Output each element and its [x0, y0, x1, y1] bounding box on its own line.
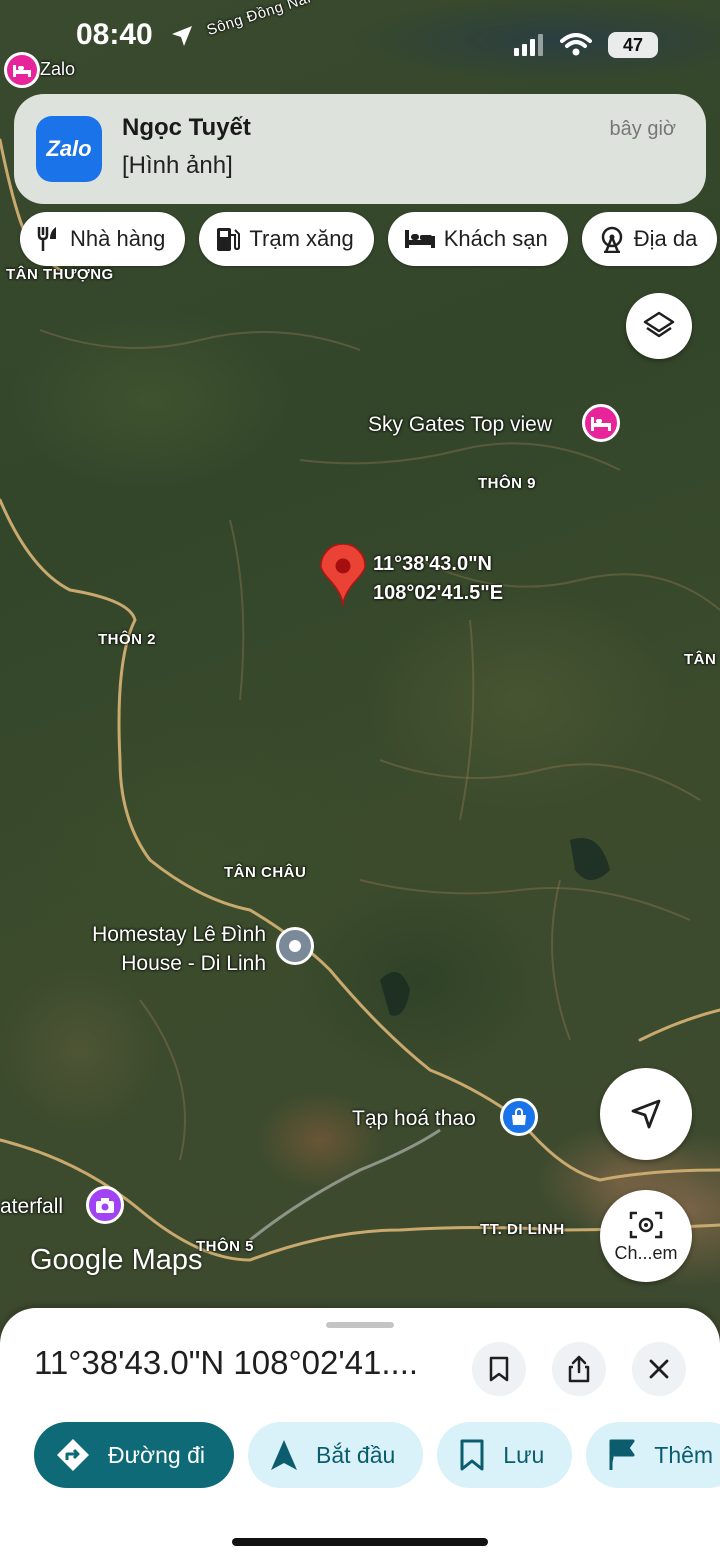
chip-label: Trạm xăng: [249, 226, 354, 251]
place-label: THÔN 9: [478, 475, 537, 492]
directions-icon: [57, 1439, 89, 1471]
poi-label-homestay-line2: House - Di Linh: [121, 952, 266, 975]
place-label: TÂN CHÂU: [224, 864, 307, 881]
place-label: TT. DI LINH: [480, 1221, 565, 1238]
camera-icon: [96, 1198, 114, 1213]
place-bottom-sheet[interactable]: 11°38'43.0"N 108°02'41.... Đường đi Bắt …: [0, 1308, 720, 1560]
shopping-bag-icon: [512, 1108, 526, 1125]
poi-label-tap-hoa: Tạp hoá thao: [352, 1107, 476, 1130]
notification-time: bây giờ: [609, 118, 676, 140]
pin-latitude: 11°38'43.0"N: [373, 553, 492, 575]
action-label: Thêm: [654, 1441, 714, 1468]
chip-label: Khách sạn: [443, 226, 548, 251]
place-label: THÔN 2: [98, 631, 157, 648]
place-label: TÂN THƯỢNG: [6, 266, 114, 283]
navigation-arrow-icon: [271, 1440, 297, 1470]
dot-icon: [289, 940, 301, 952]
category-chips: Nhà hàng Trạm xăng Khách sạn Địa da: [20, 212, 718, 266]
save-icon-button[interactable]: [472, 1342, 526, 1396]
directions-button[interactable]: Đường đi: [34, 1422, 234, 1488]
action-label: Đường đi: [108, 1441, 205, 1468]
sheet-title-coordinates: 11°38'43.0"N 108°02'41....: [34, 1344, 419, 1381]
bed-icon: [13, 65, 31, 77]
google-maps-logo: Google Maps: [30, 1244, 203, 1276]
action-buttons-row: Đường đi Bắt đầu Lưu Thêm: [34, 1422, 720, 1488]
layers-button[interactable]: [626, 293, 692, 359]
attraction-pin[interactable]: [86, 1186, 124, 1224]
bookmark-icon: [460, 1439, 484, 1471]
status-time: 08:40: [76, 18, 153, 51]
place-label: THÔN 5: [196, 1238, 255, 1255]
chip-label: Nhà hàng: [70, 226, 166, 251]
lens-label: Ch...em: [614, 1242, 678, 1263]
chip-attractions[interactable]: Địa da: [581, 212, 718, 266]
place-label: TÂN: [684, 651, 717, 668]
home-indicator[interactable]: [232, 1538, 488, 1546]
gas-station-icon: [217, 228, 241, 251]
chip-hotels[interactable]: Khách sạn: [387, 212, 568, 266]
lens-camera-icon: [629, 1211, 663, 1238]
bed-icon: [404, 230, 435, 248]
poi-label-waterfall: aterfall: [0, 1195, 64, 1218]
bed-icon: [591, 417, 611, 431]
ferris-wheel-icon: [601, 226, 622, 253]
chip-restaurants[interactable]: Nhà hàng: [20, 212, 186, 266]
dropped-pin-icon[interactable]: [320, 544, 366, 608]
status-icons: 47: [514, 32, 658, 58]
satellite-map[interactable]: 08:40 Sông Đồng Nai 47 Zalo Zalo Ngọc Tu…: [0, 0, 720, 1340]
homestay-pin[interactable]: [276, 927, 314, 965]
chip-gas-stations[interactable]: Trạm xăng: [199, 212, 374, 266]
fork-knife-icon: [37, 227, 56, 251]
location-arrow-icon: [172, 26, 192, 46]
lens-button[interactable]: Ch...em: [600, 1190, 692, 1282]
start-button[interactable]: Bắt đầu: [248, 1422, 424, 1488]
layers-icon: [643, 311, 675, 338]
chip-label: Địa da: [633, 226, 698, 251]
flag-icon: [609, 1439, 635, 1470]
wifi-icon: [560, 33, 592, 56]
navigation-arrow-icon: [631, 1099, 661, 1129]
poi-label-sky-gates: Sky Gates Top view: [368, 413, 553, 436]
zalo-notification[interactable]: Zalo Ngọc Tuyết [Hình ảnh] bây giờ: [14, 94, 706, 204]
share-icon: [568, 1355, 590, 1383]
pin-longitude: 108°02'41.5"E: [373, 582, 504, 604]
my-location-button[interactable]: [600, 1068, 692, 1160]
zalo-app-icon: Zalo: [36, 116, 102, 182]
shop-pin[interactable]: [500, 1098, 538, 1136]
poi-label-homestay-line1: Homestay Lê Đình: [92, 923, 266, 946]
notification-body: [Hình ảnh]: [122, 152, 233, 179]
hotel-pin[interactable]: [582, 404, 620, 442]
bookmark-icon: [489, 1356, 509, 1382]
more-button[interactable]: Thêm: [586, 1422, 720, 1488]
signal-icon: [514, 34, 543, 56]
action-label: Lưu: [503, 1441, 545, 1468]
zalo-hotel-pin[interactable]: [4, 52, 40, 88]
notification-title: Ngọc Tuyết: [122, 114, 251, 141]
action-label: Bắt đầu: [316, 1441, 396, 1468]
close-button[interactable]: [632, 1342, 686, 1396]
close-icon: [649, 1359, 669, 1379]
save-button[interactable]: Lưu: [437, 1422, 573, 1488]
sheet-drag-handle[interactable]: [326, 1322, 394, 1328]
battery-indicator: 47: [608, 32, 658, 58]
zalo-poi-label: Zalo: [40, 59, 76, 79]
share-button[interactable]: [552, 1342, 606, 1396]
